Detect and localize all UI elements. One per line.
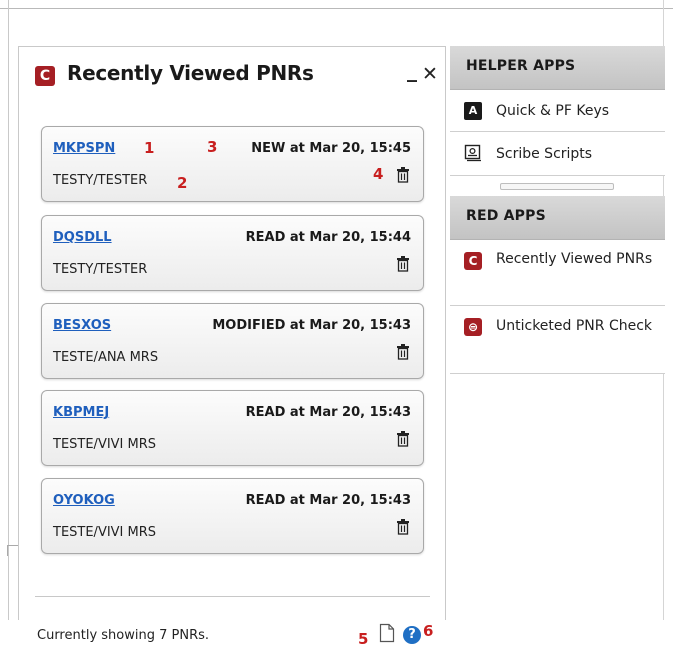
red-apps-header: RED APPS [450,196,665,240]
pnr-card: KBPMEJ READ at Mar 20, 15:43 TESTE/VIVI … [41,390,424,466]
sidebar-item-label: Recently Viewed PNRs [496,251,653,267]
trash-icon[interactable] [396,519,410,535]
passenger-name: TESTY/TESTER [53,262,148,277]
annotation-5: 5 [358,630,369,648]
helper-apps-title: HELPER APPS [466,58,576,74]
annotation-2: 2 [177,174,188,192]
pnr-status: READ at Mar 20, 15:43 [245,493,411,508]
sidebar-item-label: Quick & PF Keys [496,103,610,119]
passenger-name: TESTY/TESTER [53,173,148,188]
trash-icon[interactable] [396,431,410,447]
red-logo-icon: C [464,252,482,270]
trash-icon[interactable] [396,256,410,272]
a-key-icon: A [464,102,482,120]
passenger-name: TESTE/VIVI MRS [53,437,157,452]
pnr-locator-link[interactable]: BESXOS [53,318,111,333]
window-top-border [0,0,673,9]
window-left-border [8,0,9,620]
trash-icon[interactable] [396,344,410,360]
pnr-status: READ at Mar 20, 15:44 [245,230,411,245]
pnr-locator-link[interactable]: KBPMEJ [53,405,109,420]
sidebar-item-scribe-scripts[interactable]: Scribe Scripts [450,132,665,176]
sidebar-item-unticketed-pnr-check[interactable]: ⊜ Unticketed PNR Check [450,306,665,374]
pnr-card: OYOKOG READ at Mar 20, 15:43 TESTE/VIVI … [41,478,424,554]
red-check-icon: ⊜ [464,318,482,336]
sidebar-item-quick-pf-keys[interactable]: A Quick & PF Keys [450,90,665,132]
recently-viewed-pnrs-panel: C Recently Viewed PNRs _ ✕ MKPSPN NEW at… [18,46,446,648]
pnr-status: NEW at Mar 20, 15:45 [251,141,411,156]
scribe-icon [464,144,481,162]
pnr-card: BESXOS MODIFIED at Mar 20, 15:43 TESTE/A… [41,303,424,379]
pnr-status: MODIFIED at Mar 20, 15:43 [212,318,411,333]
annotation-4: 4 [373,165,384,183]
pnr-card: MKPSPN NEW at Mar 20, 15:45 TESTY/TESTER [41,126,424,202]
helper-apps-header: HELPER APPS [450,46,665,90]
sidebar-scrollbar[interactable] [500,183,614,190]
sidebar-item-recently-viewed-pnrs[interactable]: C Recently Viewed PNRs [450,240,665,306]
close-button[interactable]: ✕ [421,63,439,85]
document-icon[interactable] [379,623,395,643]
sidebar-item-label: Unticketed PNR Check [496,318,653,334]
help-icon[interactable]: ? [403,626,421,644]
pnr-card: DQSDLL READ at Mar 20, 15:44 TESTY/TESTE… [41,215,424,291]
sidebar-item-label: Scribe Scripts [496,146,593,162]
trash-icon[interactable] [396,167,410,183]
annotation-1: 1 [144,139,155,157]
red-apps-title: RED APPS [466,208,546,224]
footer-divider [35,596,430,597]
panel-title: Recently Viewed PNRs [67,61,314,85]
pnr-locator-link[interactable]: DQSDLL [53,230,112,245]
minimize-button[interactable]: _ [404,59,420,81]
pnr-status: READ at Mar 20, 15:43 [245,405,411,420]
footer-status-text: Currently showing 7 PNRs. [37,628,210,643]
panel-header: C Recently Viewed PNRs _ ✕ [19,47,445,105]
red-app-logo-icon: C [35,66,55,86]
corner-mark [7,545,18,556]
pnr-locator-link[interactable]: MKPSPN [53,141,115,156]
annotation-6: 6 [423,622,434,640]
passenger-name: TESTE/VIVI MRS [53,525,157,540]
pnr-locator-link[interactable]: OYOKOG [53,493,115,508]
passenger-name: TESTE/ANA MRS [53,350,159,365]
annotation-3: 3 [207,138,218,156]
apps-sidebar: HELPER APPS A Quick & PF Keys Scribe Scr… [450,46,665,376]
